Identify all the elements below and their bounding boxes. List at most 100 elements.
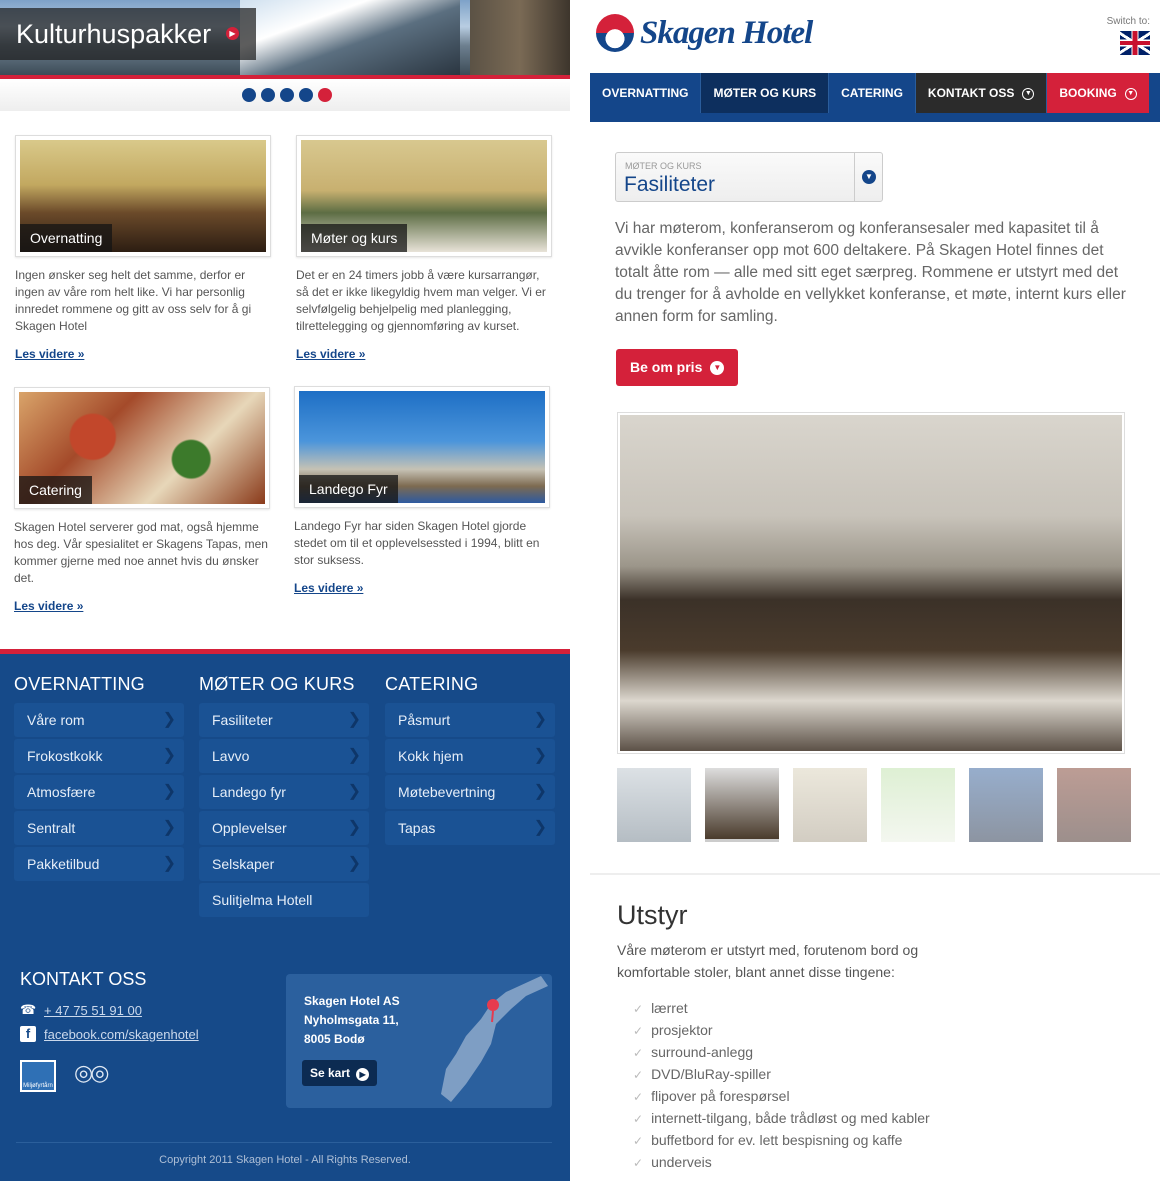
footer-link[interactable]: Kokk hjem ❯ (385, 739, 555, 773)
gallery-thumbnail[interactable] (969, 768, 1043, 842)
card-landego-fyr: Landego Fyr Landego Fyr har siden Skagen… (294, 386, 550, 595)
footer-link[interactable]: Pakketilbud ❯ (14, 847, 184, 881)
footer-link[interactable]: Tapas ❯ (385, 811, 555, 845)
gallery-thumbnail[interactable] (617, 768, 691, 842)
footer-link[interactable]: Påsmurt ❯ (385, 703, 555, 737)
card-moter-og-kurs: Møter og kurs Det er en 24 timers jobb å… (296, 135, 552, 361)
card-photo[interactable]: Catering (14, 387, 270, 509)
equipment-item: buffetbord for ev. lett bespisning og ka… (633, 1130, 930, 1152)
read-more-link[interactable]: Les videre » (294, 581, 550, 595)
equipment-item: flipover på forespørsel (633, 1086, 930, 1108)
footer-link[interactable]: Frokostkokk ❯ (14, 739, 184, 773)
footer-link[interactable]: Våre rom ❯ (14, 703, 184, 737)
select-section-label: MØTER OG KURS (625, 161, 702, 171)
footer-link[interactable]: Opplevelser ❯ (199, 811, 369, 845)
footer-link[interactable]: Atmosfære ❯ (14, 775, 184, 809)
footer-link[interactable]: Lavvo ❯ (199, 739, 369, 773)
gallery-thumbnail-active[interactable] (705, 768, 779, 842)
equipment-section: Utstyr Våre møterom er utstyrt med, foru… (617, 900, 957, 983)
chevron-down-icon: ▼ (1124, 87, 1137, 100)
see-map-button[interactable]: Se kart ▶ (302, 1060, 378, 1086)
logo-text: Skagen Hotel (640, 14, 813, 51)
chevron-right-icon: ❯ (162, 855, 176, 872)
site-logo[interactable]: Skagen Hotel (596, 14, 813, 52)
gallery-thumbnail[interactable] (1057, 768, 1131, 842)
chevron-right-icon: ❯ (533, 711, 547, 728)
nav-catering[interactable]: CATERING (829, 73, 916, 113)
chevron-right-icon: ❯ (347, 747, 361, 764)
nav-underline (590, 113, 1160, 122)
slider-dot[interactable] (261, 88, 275, 102)
nav-kontakt-oss[interactable]: KONTAKT OSS ▼ (915, 73, 1048, 113)
nav-booking[interactable]: BOOKING ▼ (1047, 73, 1149, 113)
hero-slider[interactable]: Kulturhuspakker ▶ (0, 0, 570, 76)
section-divider (590, 873, 1160, 875)
request-price-button[interactable]: Be om pris ▼ (616, 349, 739, 386)
footer-link[interactable]: Selskaper ❯ (199, 847, 369, 881)
tripadvisor-icon[interactable]: ◎◎ (74, 1060, 109, 1092)
slider-dot-active[interactable] (318, 88, 332, 102)
select-value: Fasiliteter (624, 173, 716, 196)
hero-title[interactable]: Kulturhuspakker (0, 8, 256, 60)
facebook-link[interactable]: facebook.com/skagenhotel (44, 1027, 199, 1042)
card-catering: Catering Skagen Hotel serverer god mat, … (14, 387, 270, 613)
facilities-page: Skagen Hotel Switch to: OVERNATTING MØTE… (590, 0, 1160, 1181)
footer-column-catering: CATERING Påsmurt ❯ Kokk hjem ❯ Møtebevertn… (385, 674, 555, 847)
card-photo[interactable]: Møter og kurs (296, 135, 552, 257)
card-photo[interactable]: Landego Fyr (294, 386, 550, 508)
phone-link[interactable]: + 47 75 51 91 00 (44, 1003, 142, 1018)
footer-link[interactable]: Sentralt ❯ (14, 811, 184, 845)
site-footer: OVERNATTING Våre rom ❯ Frokostkokk ❯ Atmos… (0, 649, 570, 1181)
gallery-main-image[interactable] (617, 412, 1125, 754)
card-caption[interactable]: Catering (19, 476, 92, 504)
phone-icon: ☎ (20, 1002, 37, 1017)
chevron-right-icon: ❯ (162, 819, 176, 836)
slider-dot[interactable] (299, 88, 313, 102)
read-more-link[interactable]: Les videre » (296, 347, 552, 361)
read-more-link[interactable]: Les videre » (15, 347, 271, 361)
footer-link[interactable]: Møtebevertning ❯ (385, 775, 555, 809)
footer-column-moter-og-kurs: MØTER OG KURS Fasiliteter ❯ Lavvo ❯ Landeg… (199, 674, 369, 919)
equipment-item: surround-anlegg (633, 1042, 930, 1064)
footer-link[interactable]: Fasiliteter ❯ (199, 703, 369, 737)
switch-label: Switch to: (1106, 16, 1150, 27)
slider-dots (242, 88, 332, 102)
chevron-right-icon: ❯ (162, 747, 176, 764)
address-block: Skagen Hotel AS Nyholmsgata 11, 8005 Bod… (304, 994, 400, 1046)
chevron-right-icon: ❯ (162, 783, 176, 800)
chevron-right-icon: ❯ (533, 819, 547, 836)
subpage-select[interactable]: MØTER OG KURS Fasiliteter ▼ (615, 152, 883, 202)
footer-divider (16, 1142, 552, 1143)
chevron-right-icon[interactable]: ▶ (226, 27, 239, 40)
card-caption[interactable]: Overnatting (20, 224, 113, 252)
card-photo[interactable]: Overnatting (15, 135, 271, 257)
read-more-link[interactable]: Les videre » (14, 599, 270, 613)
card-caption[interactable]: Møter og kurs (301, 224, 408, 252)
slider-dot[interactable] (242, 88, 256, 102)
hero-rock-image (470, 0, 570, 76)
chevron-down-icon: ▼ (862, 170, 876, 184)
footer-column-title: MØTER OG KURS (199, 674, 355, 694)
nav-overnatting[interactable]: OVERNATTING (590, 73, 702, 113)
equipment-item: prosjektor (633, 1020, 930, 1042)
gallery-thumbnail[interactable] (881, 768, 955, 842)
chevron-right-icon: ❯ (533, 783, 547, 800)
card-description: Landego Fyr har siden Skagen Hotel gjord… (294, 519, 540, 567)
footer-link[interactable]: Sulitjelma Hotell (199, 883, 369, 917)
chevron-down-icon: ▼ (710, 361, 725, 376)
hero-mountain-image (240, 0, 460, 76)
slider-dot[interactable] (280, 88, 294, 102)
equipment-item: DVD/BluRay-spiller (633, 1064, 930, 1086)
uk-flag-icon[interactable] (1120, 31, 1150, 55)
chevron-right-icon: ❯ (347, 711, 361, 728)
intro-text: Vi har møterom, konferanserom og konfera… (615, 220, 1126, 325)
gallery-thumbnail[interactable] (793, 768, 867, 842)
card-description: Det er en 24 timers jobb å være kursarra… (296, 268, 546, 333)
chevron-right-icon: ❯ (533, 747, 547, 764)
card-description: Skagen Hotel serverer god mat, også hjem… (14, 520, 268, 585)
card-caption[interactable]: Landego Fyr (299, 475, 398, 503)
main-nav: OVERNATTING MØTER OG KURS CATERING KONTA… (590, 73, 1160, 121)
footer-link[interactable]: Landego fyr ❯ (199, 775, 369, 809)
equipment-item: internett-tilgang, både trådløst og med … (633, 1108, 930, 1130)
miljofyrtarn-badge-icon[interactable]: Miljøfyrtårn (20, 1060, 56, 1092)
